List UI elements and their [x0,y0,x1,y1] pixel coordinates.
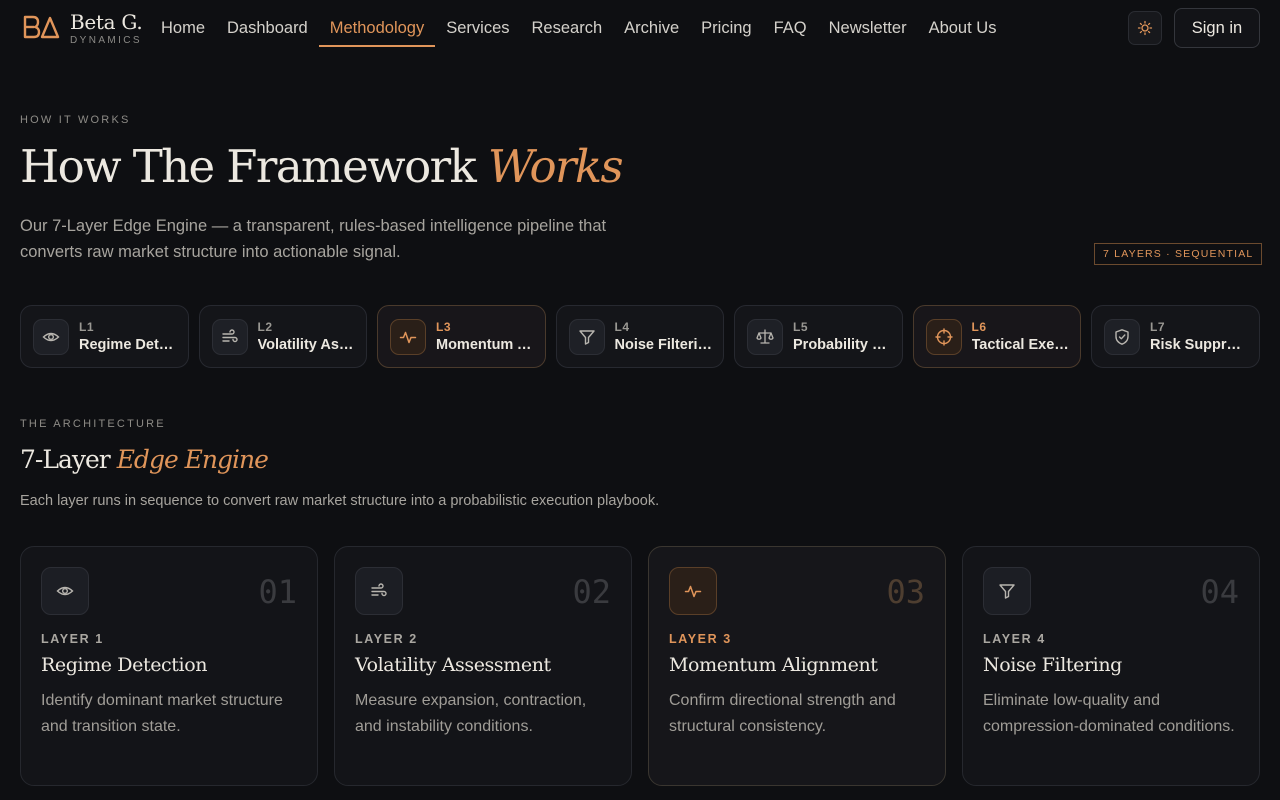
page-title-main: How The Framework [20,140,477,193]
layer-pill-4[interactable]: L4 Noise Filtering [555,305,724,368]
top-navigation: Beta G. DYNAMICS Home Dashboard Methodol… [0,0,1280,56]
card-description: Measure expansion, contraction, and inst… [355,692,587,735]
nav-link-faq[interactable]: FAQ [763,0,818,56]
pill-label: Risk Suppression [1150,337,1248,353]
wind-icon [355,567,403,615]
nav-link-services[interactable]: Services [435,0,520,56]
card-layer-label: LAYER 1 [41,632,104,646]
pill-label: Volatility Assessment [257,337,356,353]
pill-number: L6 [971,320,987,334]
pill-label: Tactical Execution [971,337,1070,353]
layers-badge: 7 LAYERS · SEQUENTIAL [1094,243,1263,265]
card-title: Noise Filtering [983,654,1122,676]
nav-link-about-us[interactable]: About Us [918,0,1008,56]
layer-pill-3[interactable]: L3 Momentum Alignment [377,305,546,368]
pulse-icon [669,567,717,615]
scale-icon [747,318,783,355]
layer-cards: 01 LAYER 1 Regime Detection Identify dom… [20,546,1260,786]
card-title: Regime Detection [41,654,208,676]
pill-label: Momentum Alignment [436,337,534,353]
sign-in-button[interactable]: Sign in [1174,8,1260,48]
card-number: 01 [258,573,297,611]
hero-description: Our 7-Layer Edge Engine — a transparent,… [20,217,607,261]
pill-label: Regime Detection [79,337,177,353]
pill-number: L1 [79,320,95,334]
card-description: Eliminate low-quality and compression-do… [983,692,1235,735]
shield-icon [1104,318,1140,355]
eye-icon [41,567,89,615]
pulse-icon [390,318,426,355]
brand-logo[interactable]: Beta G. DYNAMICS [22,10,143,47]
layer-card-4[interactable]: 04 LAYER 4 Noise Filtering Eliminate low… [962,546,1260,786]
page-title-accent: Works [487,140,624,193]
brand-name: Beta G. [70,10,143,34]
nav-links: Home Dashboard Methodology Services Rese… [150,0,1007,56]
pill-number: L7 [1150,320,1166,334]
wind-icon [211,318,248,355]
pill-number: L3 [436,320,452,334]
layer-pill-nav: L1 Regime Detection L2 Volatility Assess… [20,305,1260,368]
architecture-title-main: 7-Layer [20,445,111,474]
layer-card-2[interactable]: 02 LAYER 2 Volatility Assessment Measure… [334,546,632,786]
nav-link-dashboard[interactable]: Dashboard [216,0,319,56]
layer-card-3[interactable]: 03 LAYER 3 Momentum Alignment Confirm di… [648,546,946,786]
card-number: 03 [886,573,925,611]
theme-toggle-button[interactable] [1128,11,1162,45]
layer-pill-6[interactable]: L6 Tactical Execution [912,305,1081,368]
card-title: Momentum Alignment [669,654,878,676]
brand-subtitle: DYNAMICS [70,35,142,46]
layer-pill-5[interactable]: L5 Probability Scoring [734,305,903,368]
card-title: Volatility Assessment [355,654,551,676]
architecture-description: Each layer runs in sequence to convert r… [20,493,660,509]
card-number: 02 [572,573,611,611]
pill-number: L5 [793,320,809,334]
pill-label: Probability Scoring [793,337,891,353]
card-description: Confirm directional strength and structu… [669,692,896,735]
layer-pill-1[interactable]: L1 Regime Detection [20,305,189,368]
filter-icon [568,318,605,355]
card-layer-label: LAYER 2 [355,632,418,646]
card-layer-label: LAYER 3 [669,632,732,646]
sun-icon [1137,20,1153,36]
architecture-title: 7-Layer Edge Engine [20,445,269,474]
nav-link-newsletter[interactable]: Newsletter [818,0,918,56]
eye-icon [33,318,69,355]
layer-card-1[interactable]: 01 LAYER 1 Regime Detection Identify dom… [20,546,318,786]
card-description: Identify dominant market structure and t… [41,692,283,735]
nav-link-home[interactable]: Home [150,0,216,56]
crosshair-icon [925,318,962,355]
nav-link-pricing[interactable]: Pricing [690,0,762,56]
card-number: 04 [1200,573,1239,611]
nav-link-methodology[interactable]: Methodology [318,0,436,56]
hero-eyebrow: HOW IT WORKS [20,114,131,126]
pill-label: Noise Filtering [614,337,713,353]
nav-link-research[interactable]: Research [521,0,614,56]
nav-link-archive[interactable]: Archive [613,0,690,56]
filter-icon [983,567,1031,615]
layer-pill-2[interactable]: L2 Volatility Assessment [198,305,367,368]
architecture-eyebrow: THE ARCHITECTURE [20,418,166,430]
logo-mark-icon [23,15,60,39]
architecture-title-accent: Edge Engine [116,445,269,474]
card-layer-label: LAYER 4 [983,632,1046,646]
layer-pill-7[interactable]: L7 Risk Suppression [1091,305,1260,368]
pill-number: L4 [614,320,630,334]
pill-number: L2 [257,320,273,334]
page-title: How The Framework Works [20,140,624,193]
